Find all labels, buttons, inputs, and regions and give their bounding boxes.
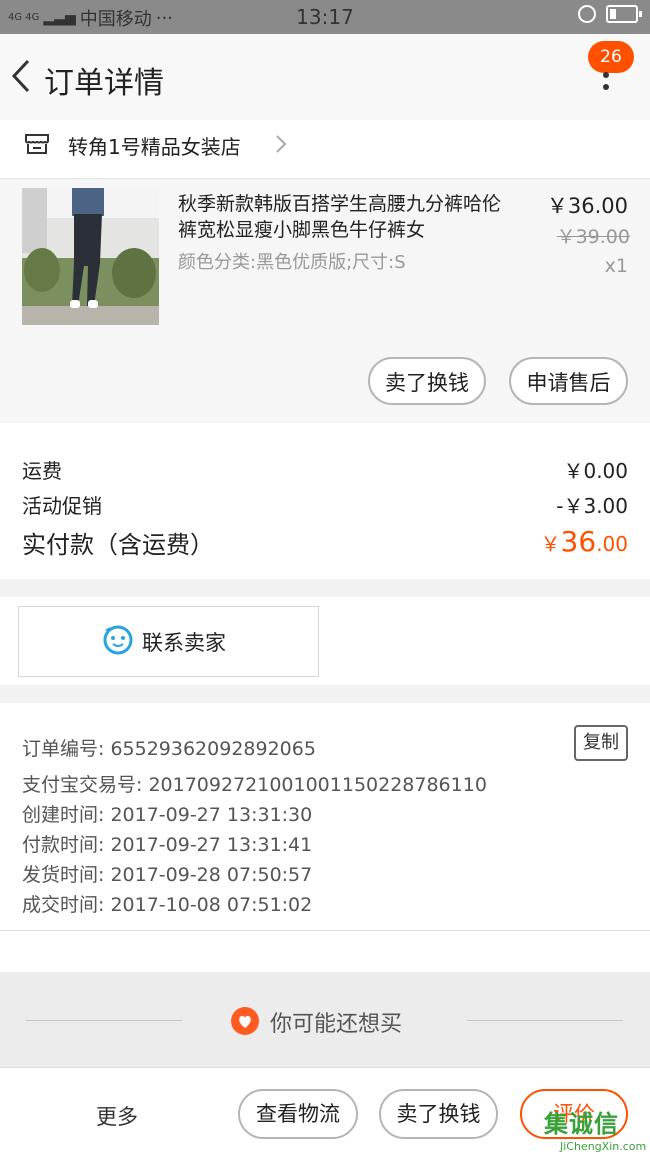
more-menu-icon[interactable] xyxy=(602,72,610,90)
divider-left xyxy=(26,1020,182,1021)
shop-name[interactable]: 转角1号精品女装店 xyxy=(68,131,241,160)
shipped-time: 发货时间: 2017-09-28 07:50:57 xyxy=(22,864,313,886)
paid-time: 付款时间: 2017-09-27 13:31:41 xyxy=(22,834,313,856)
total-integer: 36 xyxy=(560,525,597,558)
divider xyxy=(0,930,650,973)
promo-label: 活动促销 xyxy=(22,494,102,518)
alipay-trade-number: 支付宝交易号: 2017092721001001150228786110 xyxy=(22,774,487,796)
product-title[interactable]: 秋季新款韩版百搭学生高腰九分裤哈伦裤宽松显瘦小脚黑色牛仔裤女 xyxy=(178,191,508,243)
page-title: 订单详情 xyxy=(44,66,164,101)
completed-time: 成交时间: 2017-10-08 07:51:02 xyxy=(22,894,313,916)
copy-button[interactable]: 复制 xyxy=(574,725,628,761)
message-count-badge[interactable]: 26 xyxy=(588,41,634,73)
view-logistics-button[interactable]: 查看物流 xyxy=(238,1089,358,1139)
chevron-right-icon xyxy=(276,135,287,153)
back-arrow-icon[interactable] xyxy=(10,59,32,93)
chat-bubble-icon xyxy=(103,625,133,655)
status-time: 13:17 xyxy=(296,5,354,29)
original-price: ￥39.00 xyxy=(556,226,630,248)
heart-icon xyxy=(231,1007,259,1035)
order-number: 订单编号: 65529362092892065 xyxy=(22,738,316,760)
sell-button-bottom[interactable]: 卖了换钱 xyxy=(379,1089,498,1139)
divider-right xyxy=(467,1020,623,1021)
created-time: 创建时间: 2017-09-27 13:31:30 xyxy=(22,804,313,826)
product-price: ￥36.00 xyxy=(546,194,628,218)
battery-icon xyxy=(606,5,642,23)
recommend-label: 你可能还想买 xyxy=(270,1012,403,1037)
shipping-value: ￥0.00 xyxy=(563,459,628,483)
promo-value: -￥3.00 xyxy=(556,494,628,518)
total-currency: ￥ xyxy=(540,532,561,556)
shipping-label: 运费 xyxy=(22,459,62,483)
product-quantity: x1 xyxy=(604,255,628,277)
watermark-logo: 集诚信 xyxy=(544,1110,619,1138)
total-value: ￥36.00 xyxy=(541,525,628,558)
after-sale-button[interactable]: 申请售后 xyxy=(509,357,628,405)
contact-seller-label[interactable]: 联系卖家 xyxy=(142,627,226,657)
sell-button[interactable]: 卖了换钱 xyxy=(368,357,486,405)
total-decimal: .00 xyxy=(596,532,628,556)
product-sku: 颜色分类:黑色优质版;尺寸:S xyxy=(178,252,406,273)
total-label: 实付款（含运费） xyxy=(22,531,214,559)
shop-icon xyxy=(25,134,49,154)
alarm-icon xyxy=(578,5,596,23)
product-image[interactable] xyxy=(22,188,159,325)
more-button[interactable]: 更多 xyxy=(96,1101,138,1131)
watermark-url: JiChengXin.com xyxy=(560,1140,647,1153)
status-right xyxy=(578,5,642,23)
